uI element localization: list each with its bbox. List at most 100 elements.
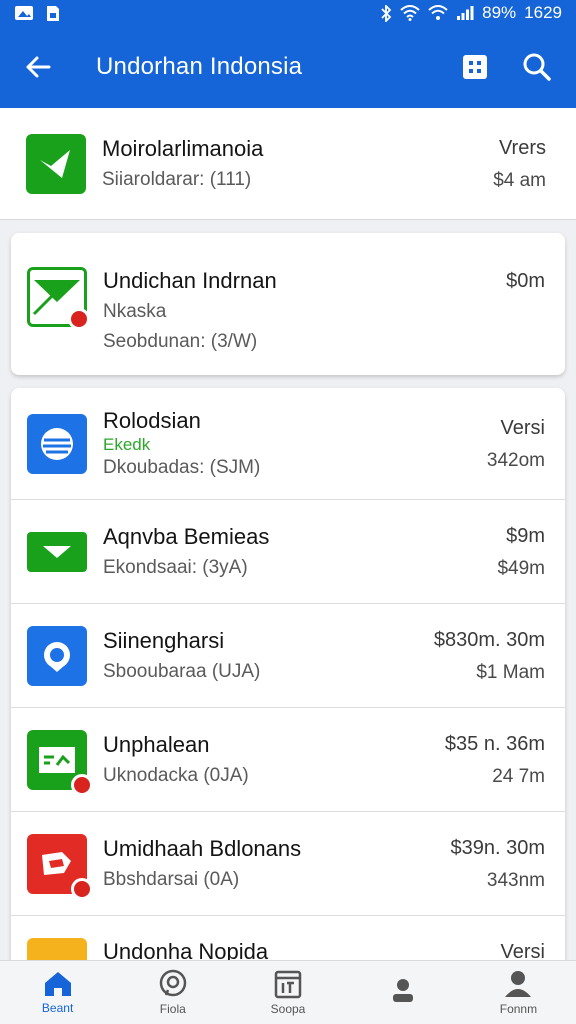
item-name: Aqnvba Bemieas — [103, 523, 270, 549]
item-meta: Versi 342om — [487, 414, 545, 474]
item-meta-top: $0m — [506, 270, 545, 292]
list-item[interactable]: Umidhaah Bdlonans Bbshdarsai (0A) $39n. … — [11, 812, 565, 916]
notification-badge — [71, 877, 93, 900]
item-subtitle: Nkaska — [103, 301, 167, 322]
item-text: Rolodsian Ekedk Dkoubadas: (SJM) — [103, 407, 487, 481]
wifi-icon — [400, 5, 420, 21]
item-text: Undichan Indrnan Nkaska Seobdunan: (3/W) — [103, 267, 506, 355]
item-meta-bottom: $49m — [497, 557, 545, 579]
page-title: Undorhan Indonsia — [96, 53, 303, 80]
item-name: Umidhaah Bdlonans — [103, 835, 302, 861]
item-name: Rolodsian — [103, 407, 201, 433]
status-bar: 89% 1629 — [0, 0, 576, 26]
item-detail: Seobdunan: (3/W) — [103, 331, 258, 352]
item-meta-bottom: 24 7m — [492, 765, 545, 787]
nav-label: Beant — [41, 1001, 74, 1015]
app-icon — [27, 413, 87, 474]
globe-icon — [41, 427, 73, 460]
grid-view-button[interactable] — [450, 42, 500, 92]
list-item[interactable]: Rolodsian Ekedk Dkoubadas: (SJM) Versi 3… — [11, 388, 565, 500]
nav-item-person[interactable] — [346, 961, 461, 1024]
battery-level: 89% — [482, 3, 517, 22]
calendar-icon — [274, 970, 302, 999]
app-icon — [27, 531, 87, 572]
item-text: Siinengharsi Sbooubaraa (UJA) — [103, 627, 434, 685]
image-notification-icon — [14, 5, 34, 21]
item-meta-top: Versi — [500, 416, 545, 439]
item-meta-top: $35 n. 36m — [444, 732, 545, 755]
item-subtitle: Sbooubaraa (UJA) — [103, 660, 261, 682]
notification-badge — [68, 308, 90, 330]
app-icon — [27, 938, 87, 960]
back-button[interactable] — [14, 43, 62, 91]
item-name: Moirolarlimanoia — [102, 135, 264, 161]
item-meta-bottom: 343nm — [486, 869, 545, 891]
item-meta-bottom: $4 am — [493, 169, 546, 191]
app-bar: Undorhan Indonsia — [0, 26, 576, 108]
grid-icon — [463, 55, 487, 79]
item-meta: Versi — [501, 938, 545, 960]
item-text: Unphalean Uknodacka (0JA) — [103, 731, 445, 789]
nav-label: Soopa — [270, 1002, 306, 1016]
nav-item-chat[interactable]: Fiola — [115, 961, 230, 1024]
item-meta: $830m. 30m $1 Mam — [434, 626, 545, 686]
item-meta-top: $9m — [506, 524, 545, 547]
person-icon — [393, 979, 414, 1002]
nav-item-calendar[interactable]: Soopa — [230, 961, 345, 1024]
app-icon — [27, 625, 87, 686]
nav-item-profile[interactable]: Fonnm — [461, 961, 576, 1024]
item-meta: Vrers $4 am — [493, 134, 546, 194]
bluetooth-icon — [380, 4, 392, 22]
nav-item-home[interactable]: Beant — [0, 961, 115, 1024]
item-text: Aqnvba Bemieas Ekondsaai: (3yA) — [103, 523, 497, 581]
location-icon — [44, 641, 70, 672]
item-subtitle: Dkoubadas: (SJM) — [103, 456, 261, 478]
item-subtitle: Bbshdarsai (0A) — [103, 868, 240, 890]
arrow-left-icon — [26, 56, 51, 78]
item-subtitle: Ekondsaai: (3yA) — [103, 556, 248, 578]
item-text: Undonha Nopida — [103, 938, 501, 960]
chart-icon — [39, 746, 75, 773]
message-icon — [42, 851, 71, 875]
sim-card-icon — [46, 5, 60, 22]
envelope-icon — [43, 545, 71, 558]
item-name: Undonha Nopida — [103, 939, 269, 960]
item-meta-top: $39n. 30m — [450, 836, 545, 859]
item-text: Moirolarlimanoia Siiaroldarar: (111) — [102, 135, 493, 193]
item-text: Umidhaah Bdlonans Bbshdarsai (0A) — [103, 835, 450, 893]
item-tag: Ekedk — [103, 434, 151, 454]
list-item[interactable]: Unphalean Uknodacka (0JA) $35 n. 36m 24 … — [11, 708, 565, 812]
item-meta-top: $830m. 30m — [433, 628, 545, 651]
search-icon — [523, 53, 551, 81]
wifi-alt-icon — [428, 5, 448, 21]
item-name: Siinengharsi — [103, 627, 225, 653]
app-icon — [27, 267, 90, 330]
app-icon — [27, 833, 93, 900]
chat-icon — [159, 969, 187, 997]
nav-label: Fonnm — [499, 1002, 538, 1016]
item-name: Undichan Indrnan — [103, 268, 277, 293]
clock: 1629 — [524, 3, 562, 22]
app-icon — [27, 729, 93, 796]
item-subtitle: Siiaroldarar: (111) — [102, 168, 252, 190]
item-meta-bottom: $1 Mam — [476, 661, 545, 683]
list-item[interactable]: Aqnvba Bemieas Ekondsaai: (3yA) $9m $49m — [11, 500, 565, 604]
search-button[interactable] — [512, 42, 562, 92]
content-area: Moirolarlimanoia Siiaroldarar: (111) Vre… — [0, 108, 576, 960]
featured-card[interactable]: Undichan Indrnan Nkaska Seobdunan: (3/W)… — [11, 233, 565, 375]
item-meta: $0m — [506, 267, 545, 295]
item-meta-top: Vrers — [498, 136, 546, 159]
check-icon — [40, 149, 70, 178]
app-icon — [26, 133, 86, 194]
item-name: Unphalean — [103, 731, 210, 757]
list-item[interactable]: Siinengharsi Sbooubaraa (UJA) $830m. 30m… — [11, 604, 565, 708]
list-item[interactable]: Moirolarlimanoia Siiaroldarar: (111) Vre… — [0, 108, 576, 220]
app-list: Rolodsian Ekedk Dkoubadas: (SJM) Versi 3… — [11, 388, 565, 960]
profile-icon — [505, 971, 532, 997]
signal-icon — [456, 5, 474, 21]
list-item[interactable]: Undonha Nopida Versi — [11, 916, 565, 960]
bottom-navigation: Beant Fiola Soopa Fonnm — [0, 960, 576, 1024]
item-meta: $9m $49m — [497, 522, 545, 582]
item-meta-top: Versi — [500, 941, 545, 960]
notification-badge — [71, 773, 93, 796]
